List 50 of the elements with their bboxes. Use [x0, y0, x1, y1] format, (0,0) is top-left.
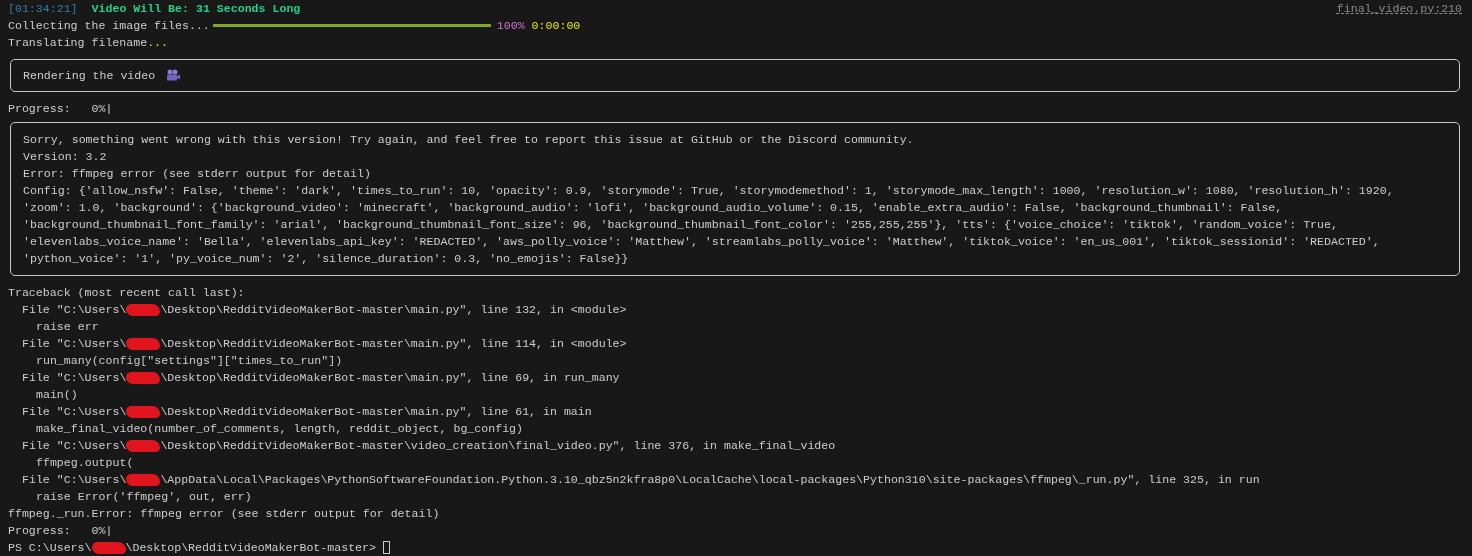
file-path: File "C:\Users\ — [22, 404, 127, 420]
file-path: \Desktop\RedditVideoMakerBot-master\main.py", line 61, in main — [160, 404, 592, 420]
source-link[interactable]: final_video.py:210 — [1336, 0, 1462, 17]
redaction-mark — [126, 439, 161, 452]
error-message: ffmpeg._run.Error: ffmpeg error (see stderr output for detail) — [8, 506, 440, 522]
redaction-mark — [91, 541, 126, 554]
code-line: run_many(config["settings"]["times_to_run"]) — [36, 353, 343, 369]
task-label: Collecting the image files... — [8, 18, 210, 34]
error-text: Version: 3.2 — [23, 149, 107, 165]
prompt-text: \Desktop\RedditVideoMakerBot-master> — [125, 540, 376, 556]
error-text: 'background_thumbnail_font_family': 'arial', 'background_thumbnail_font_size': 96, 'background_thumbnail_font_color': '255,255,255'}, 'tts': {'voice_choice': 'tiktok', 'random_voice': True, — [23, 217, 1338, 233]
error-text: 'elevenlabs_voice_name': 'Bella', 'elevenlabs_api_key': 'REDACTED', 'aws_polly_voice': 'Matthew', 'streamlabs_polly_voice': 'Matthew', 'tiktok_voice': 'en_us_001', 'tiktok_sessionid': 'REDACTED', — [23, 234, 1380, 250]
file-path: File "C:\Users\ — [22, 370, 127, 386]
movie-camera-icon — [166, 69, 181, 82]
redaction-mark — [126, 405, 161, 418]
code-line: raise Error('ffmpeg', out, err) — [36, 489, 252, 505]
file-path: \Desktop\RedditVideoMakerBot-master\main.py", line 69, in run_many — [160, 370, 620, 386]
file-path: File "C:\Users\ — [22, 438, 127, 454]
text-cursor — [382, 541, 390, 554]
redaction-mark — [126, 371, 161, 384]
error-text: 'python_voice': '1', 'py_voice_num': '2', 'silence_duration': 0.3, 'no_emojis': False}} — [23, 251, 629, 267]
error-text: 'zoom': 1.0, 'background': {'background_video': 'minecraft', 'background_audio': 'lofi', 'background_audio_volume': 0.15, 'enable_extra_audio': False, 'background_thumbnail': False, — [23, 200, 1283, 216]
log-message: Video Will Be: 31 Seconds Long — [91, 1, 301, 17]
file-path: File "C:\Users\ — [22, 302, 127, 318]
code-line: main() — [36, 387, 78, 403]
code-line: ffmpeg.output( — [36, 455, 134, 471]
error-text: Error: ffmpeg error (see stderr output for detail) — [23, 166, 371, 182]
file-path: \Desktop\RedditVideoMakerBot-master\main.py", line 114, in <module> — [160, 336, 627, 352]
redaction-mark — [126, 303, 161, 316]
code-line: raise err — [36, 319, 99, 335]
progress-text: Progress: 0%| — [8, 101, 113, 117]
file-path: File "C:\Users\ — [22, 336, 127, 352]
panel-text: Rendering the video — [23, 68, 157, 84]
timestamp: [01:34:21] — [8, 1, 78, 17]
error-text: Sorry, something went wrong with this version! Try again, and feel free to report this issue at GitHub or the Discord community. — [23, 132, 914, 148]
elapsed-time: 0:00:00 — [531, 18, 581, 34]
redaction-mark — [126, 473, 161, 486]
file-path: \Desktop\RedditVideoMakerBot-master\video_creation\final_video.py", line 376, in make_final_video — [160, 438, 836, 454]
redaction-mark — [126, 337, 161, 350]
progress-percent: 100% — [496, 18, 525, 34]
traceback-title: Traceback (most recent call last): — [8, 285, 245, 301]
file-path: \AppData\Local\Packages\PythonSoftwareFoundation.Python.3.10_qbz5n2kfra8p0\LocalCache\local-packages\Python310\site-packages\ffmpeg\_run.py", line 325, in run — [160, 472, 1260, 488]
progress-text: Progress: 0%| — [8, 523, 113, 539]
file-path: \Desktop\RedditVideoMakerBot-master\main.py", line 132, in <module> — [160, 302, 627, 318]
error-text: Config: {'allow_nsfw': False, 'theme': 'dark', 'times_to_run': 10, 'opacity': 0.9, 'storymode': True, 'storymodemethod': 1, 'storymode_max_length': 1000, 'resolution_w': 1080, 'resolution_h': 1920, — [23, 183, 1394, 199]
file-path: File "C:\Users\ — [22, 472, 127, 488]
ellipsis-text: ... — [147, 35, 169, 51]
prompt-text: PS C:\Users\ — [8, 540, 92, 556]
code-line: make_final_video(number_of_comments, length, reddit_object, bg_config) — [36, 421, 524, 437]
task-label: Translating filename — [8, 35, 148, 51]
